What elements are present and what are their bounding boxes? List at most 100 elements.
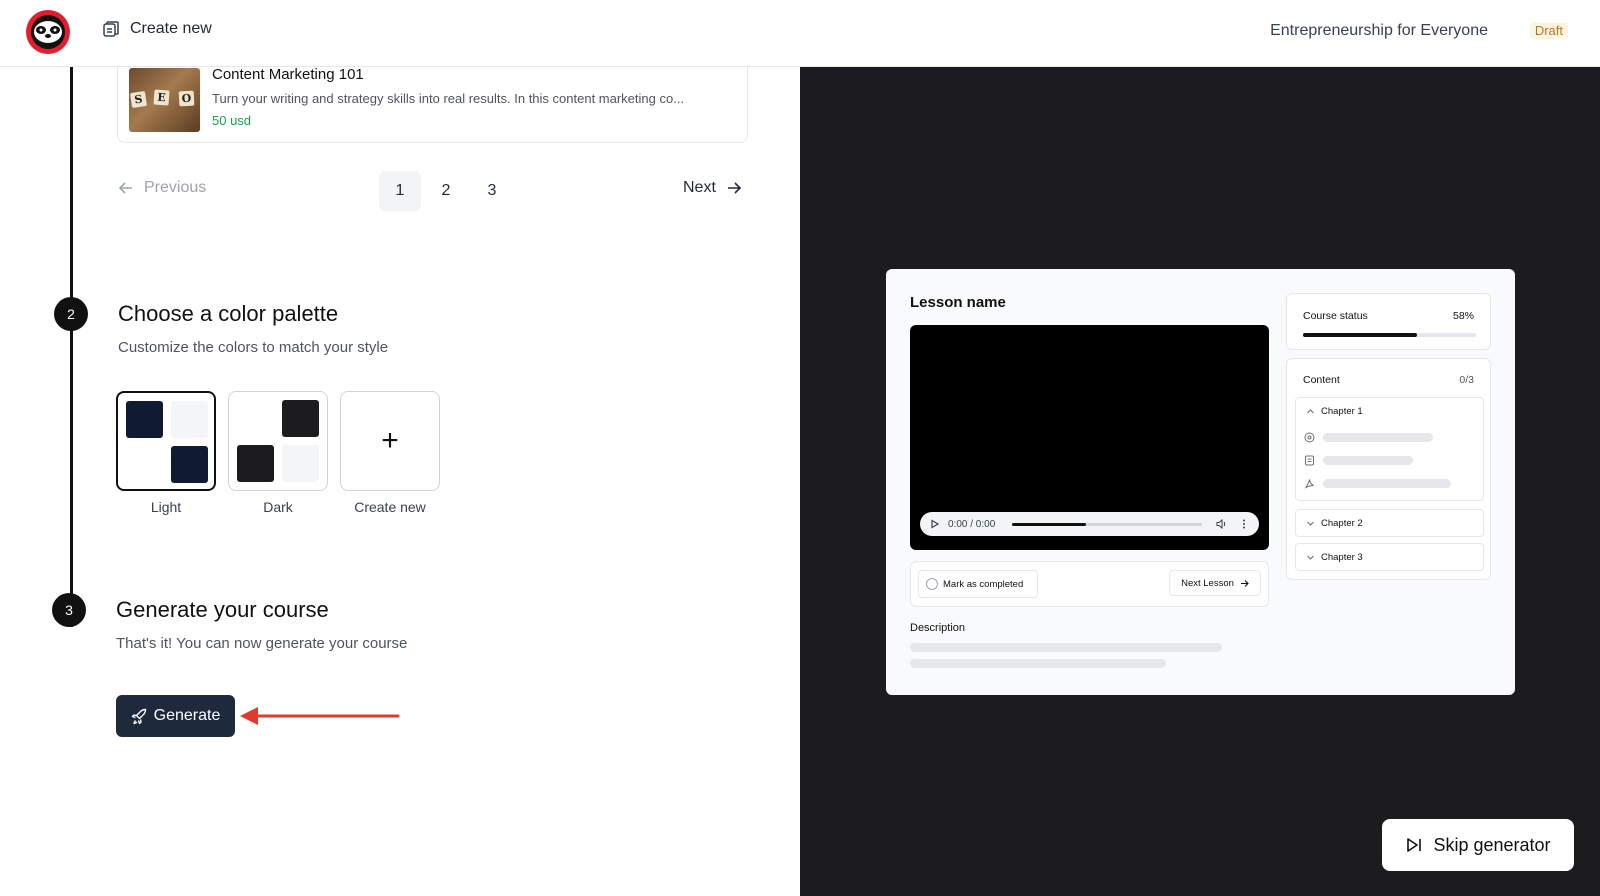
mark-completed-label: Mark as completed	[943, 578, 1024, 590]
lesson-preview-card: Lesson name 0:00 / 0:00 Mark as complete…	[886, 269, 1515, 695]
generate-label: Generate	[153, 707, 221, 724]
description-skeleton-line	[910, 659, 1166, 668]
step-number-3: 3	[52, 593, 86, 627]
step-2-subtitle: Customize the colors to match your style	[118, 339, 389, 356]
chevron-up-icon	[1307, 409, 1314, 414]
content-count: 0/3	[1459, 374, 1474, 386]
pagination-next-button[interactable]: Next	[683, 179, 742, 197]
palette-create-new-label: Create new	[354, 499, 426, 515]
thumb-letter-tile: S	[130, 91, 147, 108]
video-circle-icon	[1304, 432, 1315, 443]
skip-generator-label: Skip generator	[1433, 834, 1551, 855]
lesson-actions: Mark as completed Next Lesson	[910, 561, 1269, 607]
radio-circle-icon	[926, 578, 938, 590]
lesson-name: Lesson name	[910, 294, 1006, 311]
video-progress-fill	[1012, 523, 1087, 526]
chapter-lesson-row[interactable]	[1304, 478, 1451, 489]
chapter-lesson-row[interactable]	[1304, 455, 1413, 466]
course-card[interactable]: S E O Content Marketing 101 Turn your wr…	[117, 67, 748, 143]
palette-light-label: Light	[150, 499, 182, 515]
course-price: 50 usd	[212, 113, 252, 128]
step-3-subtitle: That's it! You can now generate your cou…	[116, 635, 408, 652]
chapter-1-label: Chapter 1	[1321, 406, 1363, 417]
page-button-3[interactable]: 3	[471, 171, 513, 211]
mark-as-completed-button[interactable]: Mark as completed	[918, 570, 1038, 598]
copy-icon	[103, 21, 119, 37]
generator-steps-panel: S E O Content Marketing 101 Turn your wr…	[0, 67, 800, 896]
course-status-progress-fill	[1303, 333, 1418, 337]
step-3-title: Generate your course	[116, 597, 329, 622]
page-button-1[interactable]: 1	[379, 171, 421, 211]
chevron-down-icon	[1307, 555, 1314, 560]
palette-swatch	[126, 401, 163, 438]
chapter-2-header: Chapter 2	[1306, 518, 1363, 529]
course-status-progress-bar	[1303, 333, 1476, 337]
red-arrow-annotation-icon	[240, 707, 400, 725]
timeline-line	[70, 67, 73, 627]
skip-forward-icon	[1407, 838, 1422, 852]
description-label: Description	[910, 622, 966, 634]
thumb-letter-tile: E	[153, 89, 170, 106]
course-name: Content Marketing 101	[212, 67, 364, 83]
rocket-icon	[131, 708, 146, 724]
next-lesson-button[interactable]: Next Lesson	[1169, 570, 1261, 596]
sloth-logo-icon[interactable]	[25, 9, 71, 55]
chapter-1-header: Chapter 1	[1306, 406, 1363, 417]
generate-button[interactable]: Generate	[116, 695, 235, 737]
chapter-lesson-row[interactable]	[1304, 432, 1433, 443]
step-2-title: Choose a color palette	[118, 301, 339, 326]
content-label: Content	[1303, 374, 1340, 386]
course-thumbnail: S E O	[129, 68, 200, 132]
lesson-skeleton	[1323, 479, 1451, 488]
palette-swatch	[171, 446, 208, 483]
pagination-previous-button[interactable]: Previous	[118, 179, 206, 197]
content-outline-card: Content 0/3 Chapter 1 Chapter 2 Chapter …	[1286, 358, 1491, 580]
skip-generator-button[interactable]: Skip generator	[1382, 819, 1574, 871]
chapter-item-2[interactable]: Chapter 2	[1295, 509, 1484, 537]
video-progress-bar[interactable]	[1012, 523, 1202, 526]
step-number-2: 2	[54, 297, 88, 331]
palette-swatch	[282, 445, 319, 482]
course-status-card: Course status 58%	[1286, 293, 1491, 350]
palette-swatch	[126, 446, 163, 483]
page-button-2[interactable]: 2	[425, 171, 467, 211]
course-preview-panel: Lesson name 0:00 / 0:00 Mark as complete…	[800, 67, 1600, 896]
chapter-3-header: Chapter 3	[1306, 552, 1363, 563]
pdf-icon	[1304, 479, 1314, 489]
chapter-3-label: Chapter 3	[1321, 552, 1363, 563]
plus-icon: +	[381, 424, 399, 457]
palette-swatch	[237, 445, 274, 482]
thumb-letter-tile: O	[178, 90, 195, 107]
create-new-button[interactable]: Create new	[102, 20, 212, 38]
video-controls: 0:00 / 0:00	[920, 512, 1259, 536]
status-badge: Draft	[1529, 22, 1568, 39]
palette-dark-label: Dark	[263, 499, 293, 515]
palette-swatch	[282, 400, 319, 437]
lesson-skeleton	[1323, 456, 1413, 465]
next-label: Next	[683, 179, 716, 196]
previous-label: Previous	[144, 179, 207, 196]
description-skeleton-line	[910, 643, 1222, 652]
top-header: Create new Entrepreneurship for Everyone…	[0, 0, 1600, 67]
palette-light-option[interactable]	[116, 391, 216, 491]
pagination-pages: 1 2 3	[379, 171, 513, 211]
document-icon	[1305, 455, 1314, 466]
palette-create-new-option[interactable]: +	[340, 391, 440, 491]
chevron-down-icon	[1307, 521, 1314, 526]
palette-swatch	[237, 400, 274, 437]
arrow-right-icon	[727, 182, 742, 194]
more-vertical-icon[interactable]	[1242, 519, 1246, 529]
create-new-label: Create new	[130, 20, 212, 37]
palette-dark-option[interactable]	[228, 391, 328, 491]
arrow-left-icon	[118, 182, 132, 194]
chapter-item-1[interactable]: Chapter 1	[1295, 397, 1484, 501]
video-player[interactable]: 0:00 / 0:00	[910, 325, 1269, 550]
play-icon[interactable]	[930, 519, 940, 529]
chapter-2-label: Chapter 2	[1321, 518, 1363, 529]
chapter-item-3[interactable]: Chapter 3	[1295, 543, 1484, 571]
palette-swatch	[171, 401, 208, 438]
course-title: Entrepreneurship for Everyone	[1270, 22, 1488, 39]
course-description: Turn your writing and strategy skills in…	[212, 91, 685, 106]
volume-icon[interactable]	[1216, 519, 1227, 529]
course-status-label: Course status	[1303, 310, 1368, 322]
